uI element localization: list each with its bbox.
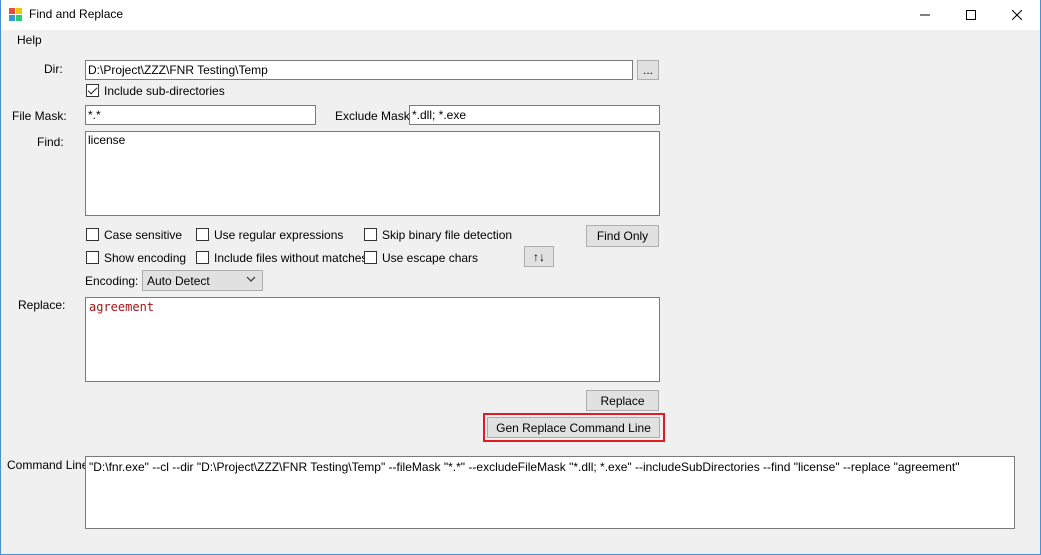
menu-bar: Help — [1, 30, 1040, 50]
use-regex-checkbox[interactable] — [196, 228, 209, 241]
minimize-icon — [920, 14, 930, 16]
use-escape-label: Use escape chars — [382, 251, 479, 265]
find-only-button[interactable]: Find Only — [586, 225, 659, 247]
encoding-label: Encoding: — [85, 274, 139, 288]
dir-input[interactable]: D:\Project\ZZZ\FNR Testing\Temp — [85, 60, 633, 80]
title-bar: Find and Replace — [1, 0, 1040, 30]
command-line-textarea[interactable]: "D:\fnr.exe" --cl --dir "D:\Project\ZZZ\… — [85, 456, 1015, 529]
use-regex-label: Use regular expressions — [214, 228, 344, 242]
swap-arrows-icon: ↑↓ — [533, 249, 545, 264]
close-icon — [1012, 10, 1022, 20]
replace-button[interactable]: Replace — [586, 390, 659, 411]
include-no-matches-label: Include files without matches — [214, 251, 368, 265]
file-mask-input[interactable]: *.* — [85, 105, 316, 125]
minimize-button[interactable] — [902, 0, 948, 30]
show-encoding-checkbox[interactable] — [86, 251, 99, 264]
include-subdirs-label: Include sub-directories — [104, 84, 225, 98]
show-encoding-label: Show encoding — [104, 251, 187, 265]
menu-help[interactable]: Help — [17, 33, 42, 47]
exclude-mask-input[interactable]: *.dll; *.exe — [409, 105, 660, 125]
use-escape-checkbox[interactable] — [364, 251, 377, 264]
case-sensitive-label: Case sensitive — [104, 228, 183, 242]
gen-replace-command-line-button[interactable]: Gen Replace Command Line — [487, 417, 660, 438]
chevron-down-icon — [246, 276, 256, 282]
include-subdirs-checkbox[interactable] — [86, 84, 99, 97]
maximize-icon — [966, 10, 976, 20]
include-no-matches-checkbox[interactable] — [196, 251, 209, 264]
command-line-label: Command Line: — [7, 458, 92, 472]
skip-binary-checkbox[interactable] — [364, 228, 377, 241]
find-label: Find: — [37, 135, 64, 149]
replace-label: Replace: — [18, 298, 66, 312]
file-mask-label: File Mask: — [12, 109, 67, 123]
browse-button[interactable]: ... — [637, 60, 659, 80]
find-replace-window: Find and Replace Help Dir: D:\Project\ZZ… — [0, 0, 1041, 555]
encoding-select[interactable]: Auto Detect — [142, 270, 263, 291]
exclude-mask-label: Exclude Mask: — [335, 109, 414, 123]
window-title: Find and Replace — [29, 7, 124, 21]
case-sensitive-checkbox[interactable] — [86, 228, 99, 241]
dir-label: Dir: — [44, 62, 63, 76]
encoding-selected-value: Auto Detect — [147, 274, 210, 288]
close-button[interactable] — [994, 0, 1040, 30]
app-icon — [9, 8, 22, 21]
skip-binary-label: Skip binary file detection — [382, 228, 513, 242]
maximize-button[interactable] — [948, 0, 994, 30]
find-textarea[interactable]: license — [85, 131, 660, 216]
swap-button[interactable]: ↑↓ — [524, 246, 554, 267]
replace-textarea[interactable]: agreement — [85, 297, 660, 382]
